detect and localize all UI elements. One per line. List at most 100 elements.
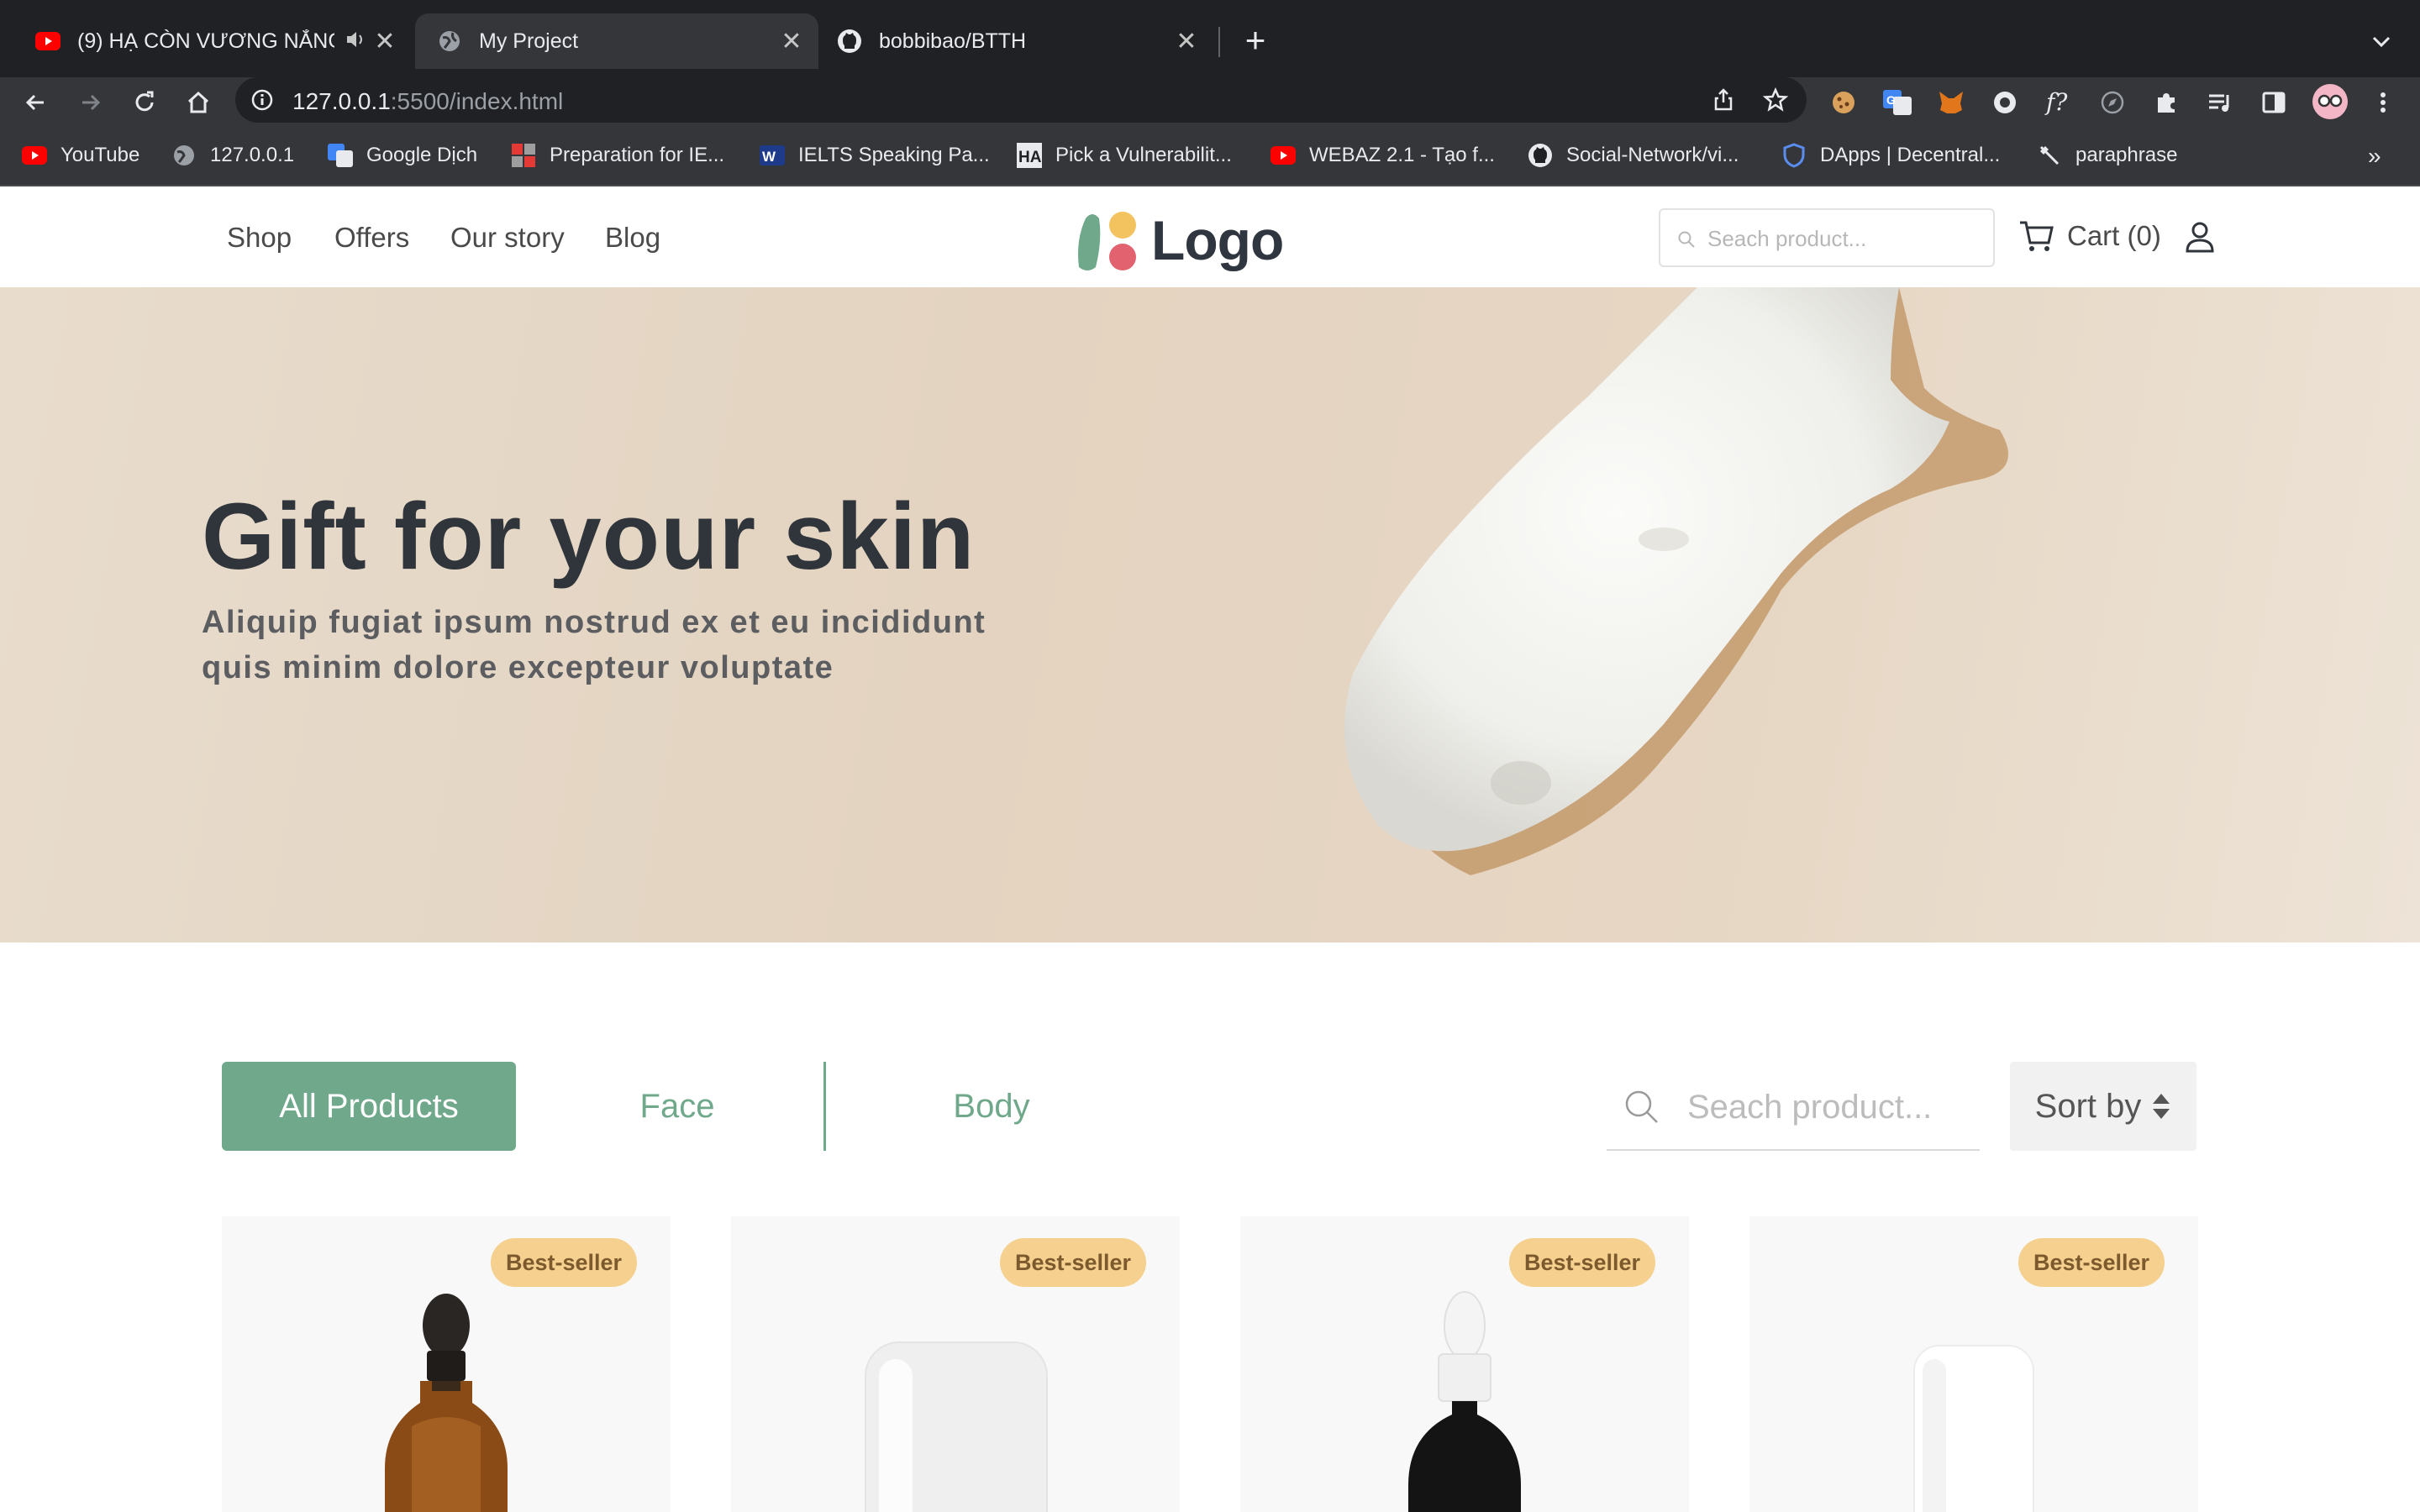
close-tab-button[interactable]: ✕ — [370, 26, 400, 56]
hero-banner: Gift for your skin Aliquip fugiat ipsum … — [0, 287, 2420, 942]
tab-title: (9) HẠ CÒN VƯƠNG NẮNG — [77, 29, 334, 53]
site-navbar: Shop Offers Our story Blog Logo Cart (0) — [0, 186, 2420, 287]
bookmark-webaz[interactable]: WEBAZ 2.1 - Tạo f... — [1270, 141, 1495, 170]
nav-link-blog[interactable]: Blog — [605, 222, 660, 254]
side-panel-icon[interactable] — [2259, 87, 2289, 118]
bookmark-localhost[interactable]: 127.0.0.1 — [171, 141, 294, 170]
close-tab-button[interactable]: ✕ — [776, 26, 807, 56]
sort-by-select[interactable]: Sort by — [2010, 1062, 2196, 1151]
media-queue-icon[interactable] — [2205, 87, 2235, 118]
svg-text:HA: HA — [1018, 149, 1042, 166]
google-translate-extension-icon[interactable]: G — [1882, 87, 1912, 118]
address-bar[interactable]: 127.0.0.1:5500/index.html — [235, 77, 1807, 123]
compass-extension-icon[interactable] — [2097, 87, 2128, 118]
profile-avatar[interactable] — [2311, 82, 2349, 121]
bookmark-label: IELTS Speaking Pa... — [798, 144, 990, 166]
tab-youtube[interactable]: (9) HẠ CÒN VƯƠNG NẮNG ✕ — [13, 13, 412, 69]
bookmark-label: DApps | Decentral... — [1820, 144, 2001, 166]
w-logo-icon: W — [760, 143, 785, 168]
bookmark-star-icon[interactable] — [1762, 87, 1789, 113]
shield-icon — [1781, 143, 1807, 168]
header-search[interactable] — [1659, 208, 1995, 267]
share-icon[interactable] — [1711, 87, 1736, 113]
nav-link-our-story[interactable]: Our story — [450, 222, 565, 254]
cart-link[interactable]: Cart (0) — [2018, 215, 2161, 257]
translate-icon — [328, 143, 353, 168]
youtube-icon — [1270, 143, 1296, 168]
browser-tab-strip: (9) HẠ CÒN VƯƠNG NẮNG ✕ My Project ✕ bob… — [0, 0, 2420, 77]
url-path: :5500/index.html — [390, 88, 564, 114]
nav-link-offers[interactable]: Offers — [334, 222, 409, 254]
product-search-input[interactable] — [1687, 1087, 1965, 1127]
sort-arrows-icon — [2153, 1094, 2170, 1119]
github-icon — [1528, 143, 1553, 168]
metamask-extension-icon[interactable] — [1936, 87, 1966, 118]
bookmark-vulnerability[interactable]: HA Pick a Vulnerabilit... — [1017, 141, 1232, 170]
globe-icon — [171, 143, 197, 168]
filter-tab-all-products[interactable]: All Products — [222, 1062, 516, 1151]
url-text[interactable]: 127.0.0.1:5500/index.html — [292, 88, 563, 115]
hero-title: Gift for your skin — [202, 484, 976, 589]
puzzle-extensions-icon[interactable] — [2151, 87, 2181, 118]
new-tab-button[interactable]: + — [1237, 23, 1274, 60]
reload-icon[interactable] — [126, 84, 163, 121]
ha-logo-icon: HA — [1017, 143, 1042, 168]
formula-extension-icon[interactable]: f? — [2044, 87, 2074, 118]
search-icon — [1677, 230, 1696, 249]
tab-title: My Project — [479, 29, 579, 53]
svg-text:f?: f? — [2044, 90, 2068, 115]
bookmark-social-network[interactable]: Social-Network/vi... — [1528, 141, 1739, 170]
tab-search-chevron-icon[interactable] — [2365, 25, 2398, 59]
best-seller-badge: Best-seller — [1000, 1238, 1146, 1287]
tab-github[interactable]: bobbibao/BTTH ✕ — [815, 13, 1213, 69]
info-icon[interactable] — [250, 88, 274, 112]
header-search-input[interactable] — [1707, 222, 1976, 255]
url-host: 127.0.0.1 — [292, 88, 391, 114]
bookmark-dapps[interactable]: DApps | Decentral... — [1781, 141, 2000, 170]
bookmark-google-translate[interactable]: Google Dịch — [328, 141, 477, 170]
best-seller-badge: Best-seller — [491, 1238, 637, 1287]
tab-separator — [1218, 27, 1220, 57]
bookmark-label: Social-Network/vi... — [1566, 144, 1739, 166]
site-logo[interactable]: Logo — [1074, 207, 1287, 274]
product-card[interactable]: Best-seller — [222, 1216, 671, 1512]
filter-tab-face[interactable]: Face — [551, 1062, 803, 1151]
grid-icon — [511, 143, 536, 168]
svg-text:W: W — [762, 149, 776, 165]
bookmarks-overflow-button[interactable]: » — [2368, 143, 2381, 170]
product-search[interactable] — [1607, 1062, 1980, 1151]
cart-icon — [2018, 218, 2055, 255]
bookmark-ielts-speaking[interactable]: W IELTS Speaking Pa... — [760, 141, 990, 170]
kebab-menu-icon[interactable] — [2368, 87, 2398, 118]
forward-arrow-icon[interactable] — [72, 84, 109, 121]
filter-divider — [823, 1062, 826, 1151]
user-icon[interactable] — [2185, 220, 2215, 254]
circle-extension-icon[interactable] — [1990, 87, 2020, 118]
youtube-icon — [35, 29, 60, 54]
close-tab-button[interactable]: ✕ — [1171, 26, 1202, 56]
product-card[interactable]: Best-seller — [1749, 1216, 2198, 1512]
logo-mark-icon — [1078, 212, 1136, 270]
home-icon[interactable] — [180, 84, 217, 121]
best-seller-badge: Best-seller — [1509, 1238, 1655, 1287]
logo-text: Logo — [1151, 209, 1284, 271]
product-grid: Best-seller Best-seller Best-seller Best… — [0, 1216, 2420, 1512]
product-card[interactable]: Best-seller — [731, 1216, 1180, 1512]
sort-by-label: Sort by — [2034, 1087, 2142, 1125]
filter-tab-body[interactable]: Body — [865, 1062, 1118, 1151]
nav-link-shop[interactable]: Shop — [227, 222, 292, 254]
bookmarks-bar: YouTube 127.0.0.1 Google Dịch Preparatio… — [0, 124, 2420, 186]
feather-icon — [2037, 143, 2062, 168]
bookmark-label: Pick a Vulnerabilit... — [1055, 144, 1232, 166]
bookmark-youtube[interactable]: YouTube — [22, 141, 139, 170]
bookmark-ielts-prep[interactable]: Preparation for IE... — [511, 141, 724, 170]
back-arrow-icon[interactable] — [17, 84, 54, 121]
speaker-icon[interactable] — [345, 29, 370, 54]
hero-subtitle: Aliquip fugiat ipsum nostrud ex et eu in… — [202, 605, 986, 685]
tab-my-project[interactable]: My Project ✕ — [415, 13, 818, 69]
cookie-extension-icon[interactable] — [1828, 87, 1859, 118]
bookmark-paraphrase[interactable]: paraphrase — [2037, 141, 2177, 170]
search-icon — [1623, 1089, 1660, 1126]
globe-icon — [437, 29, 462, 54]
product-card[interactable]: Best-seller — [1240, 1216, 1689, 1512]
